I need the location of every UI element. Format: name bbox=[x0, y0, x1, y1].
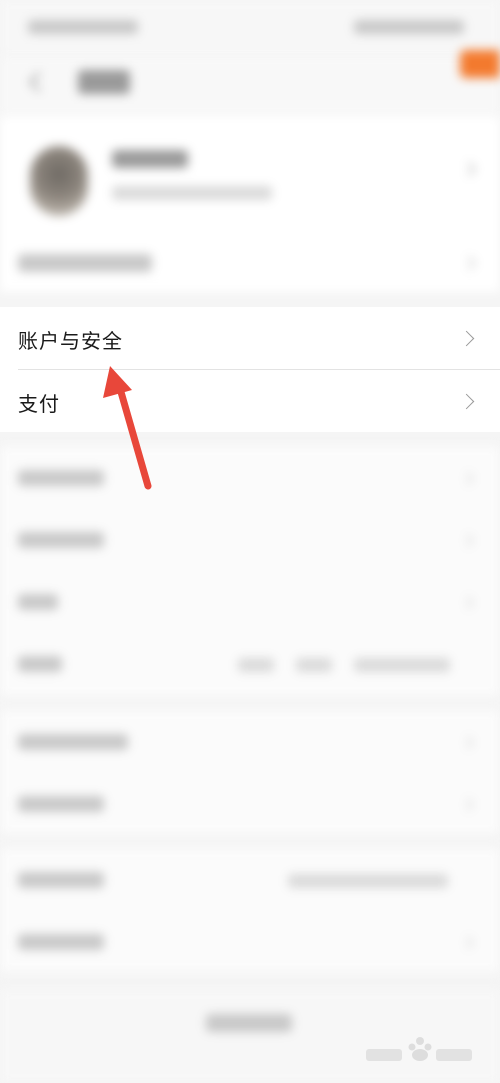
settings-group-account: 账户与安全 支付 bbox=[0, 307, 500, 432]
blurred-value bbox=[288, 874, 448, 888]
chevron-right-icon bbox=[461, 596, 474, 609]
profile-subtitle-blurred bbox=[112, 186, 272, 200]
chevron-right-icon bbox=[461, 936, 474, 949]
blurred-row[interactable] bbox=[18, 934, 104, 950]
settings-group-blurred-1 bbox=[0, 446, 500, 696]
chevron-right-icon bbox=[461, 736, 474, 749]
blurred-row[interactable] bbox=[18, 532, 104, 548]
bottom-action-blurred[interactable] bbox=[206, 1014, 292, 1032]
status-bar bbox=[0, 0, 500, 56]
header-badge bbox=[460, 50, 500, 78]
profile-name-blurred bbox=[112, 150, 188, 168]
profile-row2-blurred[interactable] bbox=[18, 254, 152, 272]
status-right-placeholder bbox=[354, 20, 464, 34]
chevron-left-icon[interactable] bbox=[26, 70, 48, 92]
chevron-right-icon bbox=[461, 472, 474, 485]
chevron-right-icon bbox=[461, 161, 477, 177]
watermark bbox=[366, 1037, 472, 1061]
blurred-row[interactable] bbox=[18, 470, 104, 486]
blurred-row[interactable] bbox=[18, 872, 104, 888]
chevron-right-icon bbox=[458, 393, 475, 410]
top-header bbox=[0, 56, 500, 116]
chevron-right-icon bbox=[461, 798, 474, 811]
chevron-right-icon bbox=[458, 330, 475, 347]
chevron-right-icon bbox=[461, 534, 474, 547]
blurred-row[interactable] bbox=[18, 656, 62, 672]
settings-row-account-security[interactable]: 账户与安全 bbox=[0, 307, 500, 370]
blurred-row[interactable] bbox=[18, 734, 128, 750]
settings-group-blurred-2 bbox=[0, 710, 500, 834]
chevron-right-icon bbox=[461, 255, 477, 271]
blurred-value bbox=[296, 658, 332, 672]
profile-card[interactable] bbox=[0, 116, 500, 292]
blurred-value bbox=[238, 658, 274, 672]
status-left-placeholder bbox=[28, 20, 138, 34]
settings-row-label: 支付 bbox=[18, 392, 60, 416]
avatar bbox=[30, 146, 88, 216]
blurred-row[interactable] bbox=[18, 796, 104, 812]
page-title-blurred bbox=[78, 70, 130, 94]
settings-screen: 账户与安全 支付 bbox=[0, 0, 500, 1083]
blurred-row[interactable] bbox=[18, 594, 58, 610]
settings-list-blurred bbox=[0, 446, 500, 1006]
settings-group-blurred-3 bbox=[0, 848, 500, 972]
settings-row-payment[interactable]: 支付 bbox=[0, 370, 500, 432]
blurred-value bbox=[354, 658, 450, 672]
settings-row-label: 账户与安全 bbox=[18, 329, 123, 353]
